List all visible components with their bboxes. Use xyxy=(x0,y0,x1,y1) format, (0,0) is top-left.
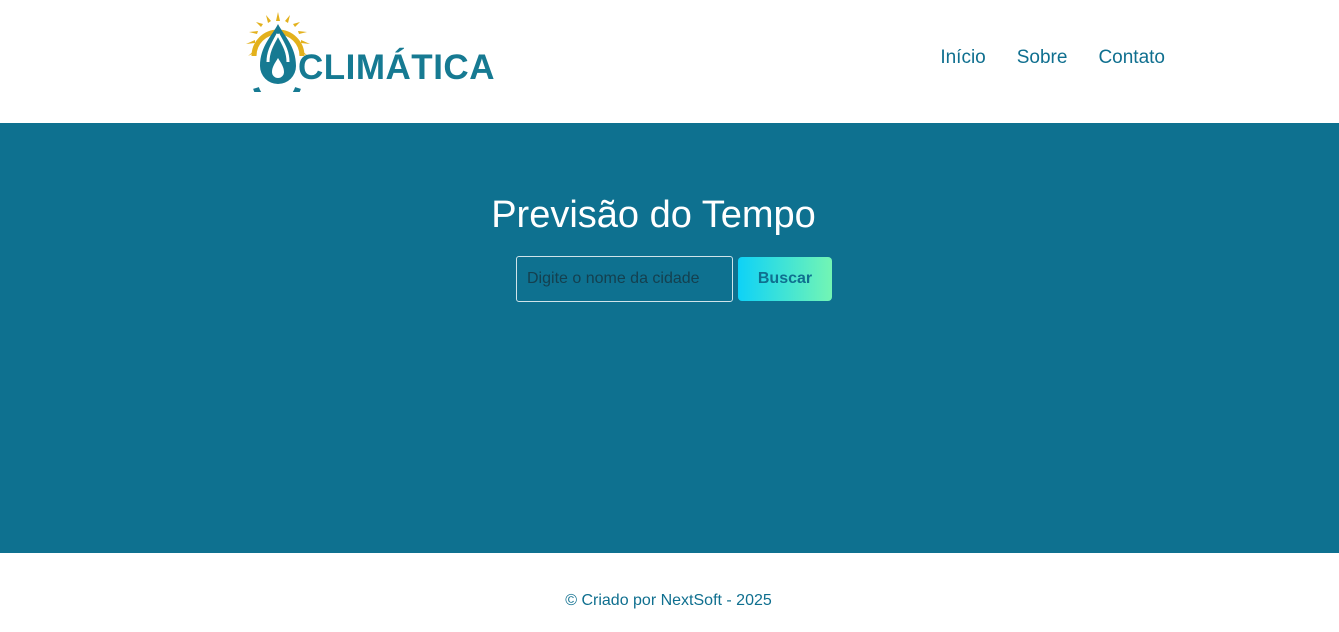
page-title: Previsão do Tempo xyxy=(491,194,816,236)
footer-credit: © Criado por NextSoft - 2025 xyxy=(565,592,772,609)
nav-link-sobre[interactable]: Sobre xyxy=(1017,47,1068,69)
city-search-input[interactable] xyxy=(516,256,733,302)
site-footer: © Criado por NextSoft - 2025 xyxy=(0,553,1339,632)
main-nav: Início Sobre Contato xyxy=(940,47,1165,69)
logo-text: CLIMÁTICA xyxy=(298,48,495,87)
main-section: Previsão do Tempo Buscar xyxy=(0,123,1339,553)
nav-link-contato[interactable]: Contato xyxy=(1098,47,1165,69)
search-form: Buscar xyxy=(516,256,832,302)
nav-link-inicio[interactable]: Início xyxy=(940,47,985,69)
site-header: CLIMÁTICA Início Sobre Contato xyxy=(0,0,1339,123)
search-button[interactable]: Buscar xyxy=(738,257,832,301)
climatica-logo[interactable]: CLIMÁTICA xyxy=(240,12,500,92)
